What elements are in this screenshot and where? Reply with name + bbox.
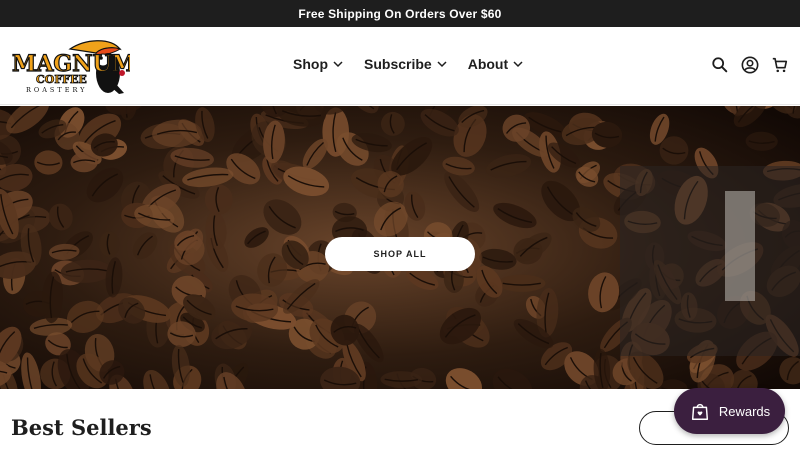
nav-item-label: About xyxy=(467,56,509,72)
chevron-down-icon xyxy=(513,61,523,68)
search-button[interactable] xyxy=(710,55,730,75)
site-header: MAGNUM COFFEE ROASTERY Shop Subscribe Ab… xyxy=(0,27,800,105)
search-icon xyxy=(712,57,728,73)
chevron-down-icon xyxy=(333,61,343,68)
account-icon xyxy=(741,56,759,74)
hero-banner: SHOP ALL xyxy=(0,106,800,389)
nav-item-shop[interactable]: Shop xyxy=(293,56,344,72)
chevron-down-icon xyxy=(437,61,447,68)
svg-text:COFFEE: COFFEE xyxy=(36,73,87,86)
best-sellers-heading: Best Sellers xyxy=(11,415,152,440)
gift-bag-icon xyxy=(691,403,708,420)
rewards-label: Rewards xyxy=(718,403,771,419)
announcement-text: Free Shipping On Orders Over $60 xyxy=(298,6,502,21)
main-nav: Shop Subscribe About xyxy=(293,56,524,72)
account-button[interactable] xyxy=(740,55,760,75)
nav-item-about[interactable]: About xyxy=(468,56,524,72)
cart-button[interactable] xyxy=(770,55,790,75)
svg-text:ROASTERY: ROASTERY xyxy=(26,86,87,94)
header-actions xyxy=(710,55,790,75)
rewards-launcher[interactable]: Rewards xyxy=(674,388,785,434)
shop-all-button[interactable]: SHOP ALL xyxy=(325,237,475,271)
announcement-bar: Free Shipping On Orders Over $60 xyxy=(0,0,800,27)
nav-item-label: Shop xyxy=(293,56,328,72)
nav-item-label: Subscribe xyxy=(364,56,432,72)
shop-all-label: SHOP ALL xyxy=(373,249,427,259)
logo[interactable]: MAGNUM COFFEE ROASTERY xyxy=(10,35,136,97)
nav-item-subscribe[interactable]: Subscribe xyxy=(364,56,448,72)
toucan-logo-icon: MAGNUM COFFEE ROASTERY xyxy=(11,40,136,94)
cart-icon xyxy=(772,57,788,73)
